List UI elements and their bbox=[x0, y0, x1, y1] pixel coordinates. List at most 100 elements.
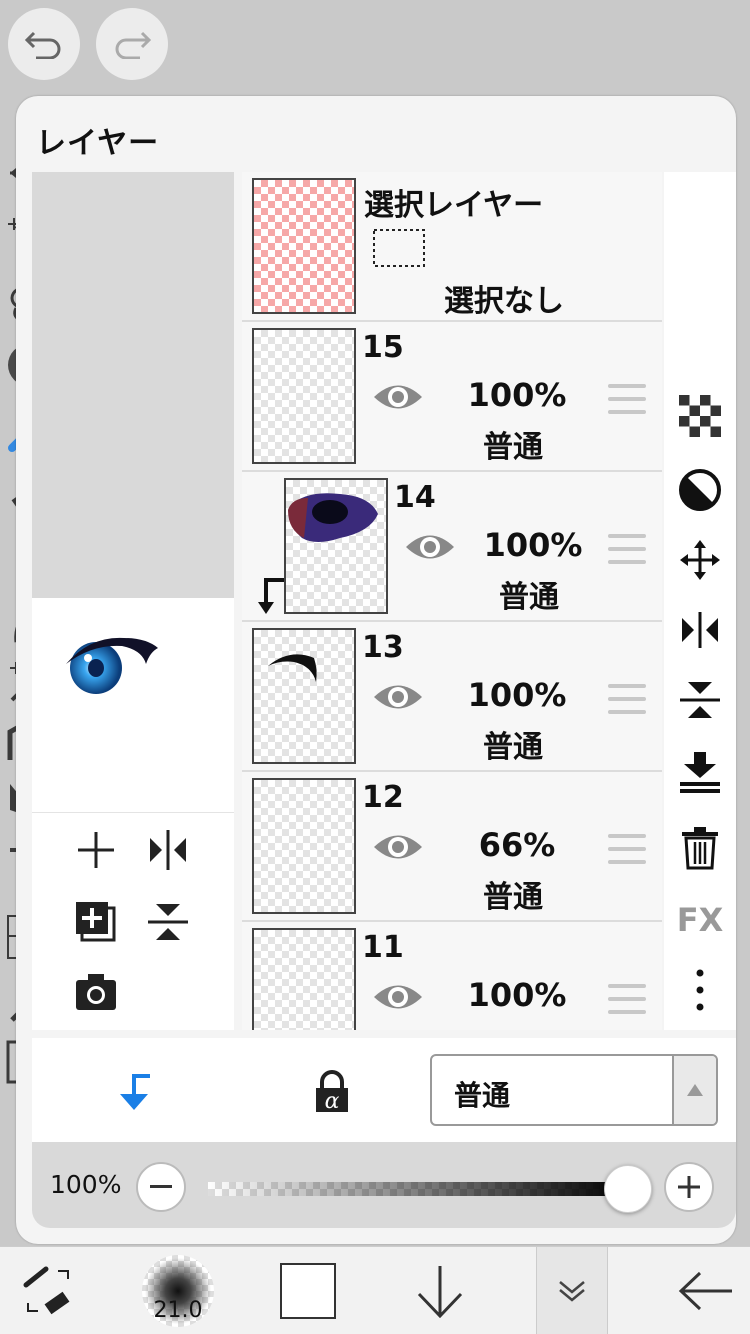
layer-row[interactable]: 12 66% 普通 bbox=[242, 772, 662, 922]
layer-row[interactable]: 11 100% 普通 bbox=[242, 922, 662, 1030]
plus-icon bbox=[678, 1176, 700, 1198]
back-button[interactable] bbox=[664, 1247, 748, 1334]
undo-button[interactable] bbox=[8, 8, 80, 80]
checker-icon bbox=[679, 395, 721, 437]
flip-vertical-icon bbox=[680, 682, 720, 718]
layer-number: 13 bbox=[362, 630, 404, 665]
redo-button[interactable] bbox=[96, 8, 168, 80]
color-swatch bbox=[280, 1263, 336, 1319]
svg-text:α: α bbox=[325, 1089, 340, 1114]
layer-list[interactable]: 選択レイヤー 選択なし 15 100% 普通 14 100% 普通 13 100… bbox=[242, 172, 662, 1030]
opacity-label: 100% bbox=[50, 1170, 122, 1199]
tool-swap-button[interactable] bbox=[8, 1247, 88, 1334]
layer-blend-mode: 普通 bbox=[499, 580, 559, 615]
blend-mode-select[interactable]: 普通 bbox=[430, 1054, 718, 1126]
visibility-eye-icon[interactable] bbox=[372, 830, 424, 864]
trash-icon bbox=[682, 827, 718, 870]
delete-layer-button[interactable] bbox=[676, 824, 724, 872]
tool-swap-icon bbox=[23, 1266, 70, 1315]
flip-vertical-icon[interactable] bbox=[146, 900, 190, 944]
clipping-button[interactable] bbox=[112, 1070, 156, 1114]
layer-thumbnail bbox=[284, 478, 388, 614]
move-icon bbox=[680, 540, 720, 580]
color-button[interactable] bbox=[266, 1247, 350, 1334]
layer-blend-mode: 普通 bbox=[483, 730, 543, 765]
triangle-up-icon bbox=[687, 1084, 703, 1096]
layer-download-button[interactable] bbox=[400, 1247, 480, 1334]
selection-marquee-icon bbox=[373, 229, 425, 267]
alpha-lock-button[interactable]: α bbox=[312, 1070, 352, 1114]
more-options-button[interactable] bbox=[676, 966, 724, 1014]
layer-thumbnail bbox=[252, 628, 356, 764]
brush-size-button[interactable]: 21.0 bbox=[138, 1247, 218, 1334]
drag-handle-icon[interactable] bbox=[608, 984, 646, 1014]
opacity-decrease-button[interactable] bbox=[136, 1162, 186, 1212]
layer-opacity: 100% bbox=[467, 376, 567, 414]
flip-layer-vertical-button[interactable] bbox=[676, 676, 724, 724]
layer-blend-mode: 普通 bbox=[483, 880, 543, 915]
minus-icon bbox=[150, 1185, 172, 1188]
visibility-eye-icon[interactable] bbox=[404, 530, 456, 564]
merge-down-button[interactable] bbox=[676, 748, 724, 796]
drag-handle-icon[interactable] bbox=[608, 834, 646, 864]
drag-handle-icon[interactable] bbox=[608, 684, 646, 714]
layer-number: 11 bbox=[362, 930, 404, 965]
brush-preview: 21.0 bbox=[142, 1255, 214, 1327]
collapse-panel-button[interactable] bbox=[536, 1247, 608, 1334]
layer-opacity: 100% bbox=[483, 526, 583, 564]
selection-status: 選択なし bbox=[444, 284, 564, 319]
selection-layer-row[interactable]: 選択レイヤー 選択なし bbox=[242, 172, 662, 322]
layer-thumbnail bbox=[252, 328, 356, 464]
opacity-slider-track[interactable] bbox=[208, 1182, 628, 1196]
flip-horizontal-icon bbox=[682, 612, 718, 648]
layer-opacity: 66% bbox=[478, 826, 556, 864]
canvas-preview[interactable] bbox=[32, 598, 234, 1030]
layer-panel: レイヤー 選択レイヤー 選択なし 15 100% 普通 14 100% 普通 1… bbox=[16, 96, 736, 1244]
clipping-arrow-icon bbox=[258, 578, 284, 614]
layer-thumbnail bbox=[252, 778, 356, 914]
visibility-eye-icon[interactable] bbox=[372, 980, 424, 1014]
transparency-button[interactable] bbox=[676, 392, 724, 440]
chevron-down-double-icon bbox=[559, 1281, 585, 1302]
merge-down-icon bbox=[680, 752, 720, 793]
layer-opacity: 100% bbox=[467, 676, 567, 714]
preview-divider bbox=[32, 812, 234, 813]
flip-layer-horizontal-button[interactable] bbox=[676, 606, 724, 654]
move-layer-button[interactable] bbox=[676, 536, 724, 584]
selection-layer-thumbnail bbox=[252, 178, 356, 314]
panel-title: レイヤー bbox=[36, 126, 160, 161]
layer-number: 14 bbox=[394, 480, 436, 515]
bottom-toolbar: 21.0 bbox=[0, 1246, 750, 1334]
add-layer-icon[interactable] bbox=[74, 828, 118, 872]
eye-artwork bbox=[66, 637, 158, 694]
more-icon bbox=[696, 969, 704, 1011]
blend-mode-value: 普通 bbox=[454, 1079, 511, 1112]
blend-mode-dropdown-arrow[interactable] bbox=[672, 1056, 716, 1124]
camera-icon[interactable] bbox=[74, 972, 118, 1012]
invert-button[interactable] bbox=[676, 466, 724, 514]
layer-row[interactable]: 14 100% 普通 bbox=[242, 472, 662, 622]
layer-blend-mode: 普通 bbox=[483, 430, 543, 465]
layer-row[interactable]: 13 100% 普通 bbox=[242, 622, 662, 772]
layer-fx-button[interactable]: FX bbox=[676, 896, 724, 944]
brush-size-label: 21.0 bbox=[153, 1298, 203, 1323]
opacity-slider-knob[interactable] bbox=[604, 1165, 652, 1213]
layer-blend-mode: 普通 bbox=[448, 1022, 578, 1030]
drag-handle-icon[interactable] bbox=[608, 384, 646, 414]
layer-opacity: 100% bbox=[467, 976, 567, 1014]
half-circle-icon bbox=[679, 469, 721, 511]
duplicate-layer-icon[interactable] bbox=[74, 900, 118, 944]
layer-thumbnail bbox=[252, 928, 356, 1030]
layer-row[interactable]: 15 100% 普通 bbox=[242, 322, 662, 472]
flip-horizontal-icon[interactable] bbox=[146, 828, 190, 872]
canvas-preview-background bbox=[32, 172, 234, 598]
undo-icon bbox=[24, 31, 61, 59]
visibility-eye-icon[interactable] bbox=[372, 680, 424, 714]
right-layer-tools: FX bbox=[664, 172, 736, 1030]
layer-thumbnail-art bbox=[288, 493, 378, 542]
selection-layer-title: 選択レイヤー bbox=[364, 188, 544, 223]
visibility-eye-icon[interactable] bbox=[372, 380, 424, 414]
drag-handle-icon[interactable] bbox=[608, 534, 646, 564]
layer-thumbnail-art bbox=[268, 654, 317, 682]
opacity-increase-button[interactable] bbox=[664, 1162, 714, 1212]
